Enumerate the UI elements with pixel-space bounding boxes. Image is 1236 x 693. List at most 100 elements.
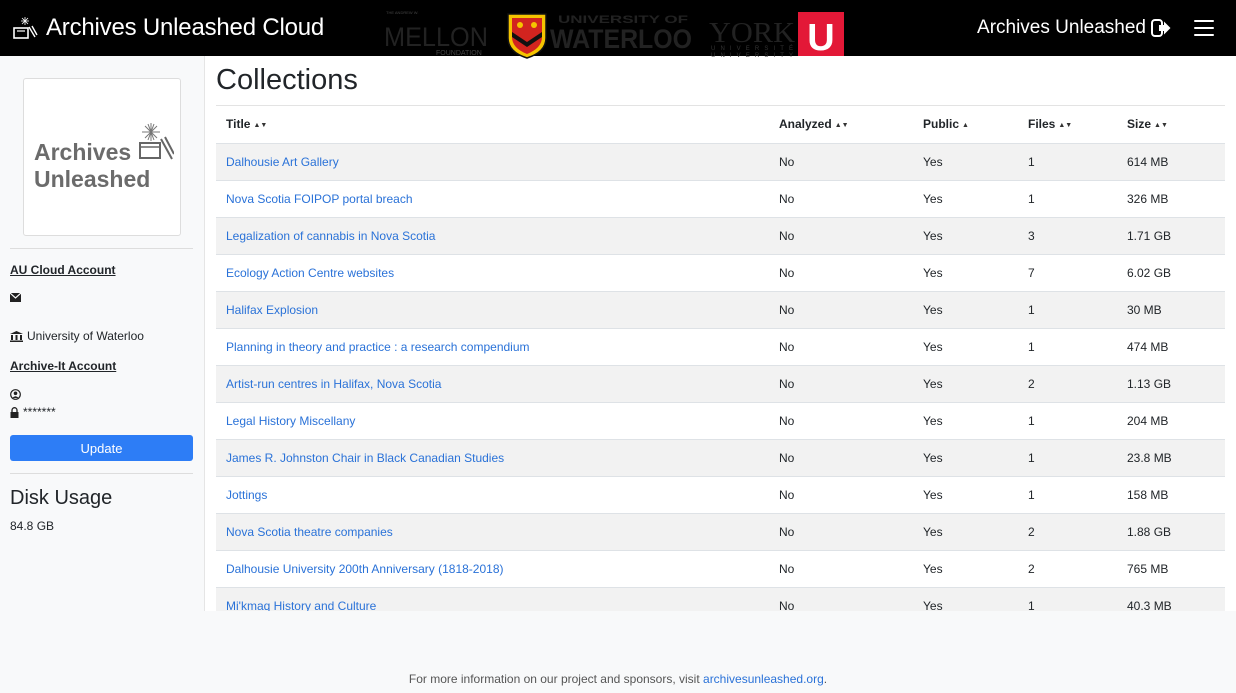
title-cell: Dalhousie University 200th Anniversary (… <box>216 549 769 587</box>
column-header-files[interactable]: Files ▲▼ <box>1018 106 1117 144</box>
footer-info-text: For more information on our project and … <box>408 672 828 686</box>
york-u-letter: U <box>807 17 834 59</box>
column-header-analyzed[interactable]: Analyzed ▲▼ <box>769 106 913 144</box>
table-row: Dalhousie Art Gallery No Yes 1 614 MB <box>216 142 1225 180</box>
envelope-icon <box>10 293 21 302</box>
collection-title-link[interactable]: Artist-run centres in Halifax, Nova Scot… <box>226 377 441 391</box>
size-cell: 30 MB <box>1117 290 1225 328</box>
table-row: Legal History Miscellany No Yes 1 204 MB <box>216 401 1225 439</box>
size-cell: 1.71 GB <box>1117 216 1225 254</box>
public-cell: Yes <box>913 475 1018 513</box>
size-cell: 765 MB <box>1117 549 1225 587</box>
public-cell: Yes <box>913 549 1018 587</box>
disk-usage-heading: Disk Usage <box>10 487 113 509</box>
collection-title-link[interactable]: Planning in theory and practice : a rese… <box>226 340 530 354</box>
brand-link[interactable]: Archives Unleashed Cloud <box>12 14 324 42</box>
mellon-foundation-text: FOUNDATION <box>436 50 482 57</box>
size-cell: 204 MB <box>1117 401 1225 439</box>
size-cell: 6.02 GB <box>1117 253 1225 291</box>
size-cell: 614 MB <box>1117 142 1225 180</box>
collection-title-link[interactable]: Ecology Action Centre websites <box>226 266 394 280</box>
files-cell: 2 <box>1018 512 1117 550</box>
user-circle-icon <box>10 389 21 400</box>
password-row: ******* <box>10 405 56 419</box>
files-cell: 1 <box>1018 142 1117 180</box>
archivesunleashed-link[interactable]: archivesunleashed.org <box>703 672 824 686</box>
title-cell: Planning in theory and practice : a rese… <box>216 327 769 365</box>
archive-it-account-link[interactable]: Archive-It Account <box>10 359 116 373</box>
sign-out-icon[interactable] <box>1150 17 1172 39</box>
collection-title-link[interactable]: Dalhousie Art Gallery <box>226 155 339 169</box>
logo-box-icon <box>139 123 174 160</box>
analyzed-cell: No <box>769 290 913 328</box>
sort-asc-icon: ▲ <box>962 121 969 129</box>
table-row: Nova Scotia FOIPOP portal breach No Yes 1 32… <box>216 179 1225 217</box>
title-cell: Legal History Miscellany <box>216 401 769 439</box>
analyzed-cell: No <box>769 438 913 476</box>
analyzed-cell: No <box>769 364 913 402</box>
table-row: Jottings No Yes 1 158 MB <box>216 475 1225 513</box>
title-cell: Nova Scotia FOIPOP portal breach <box>216 179 769 217</box>
table-row: Nova Scotia theatre companies No Yes 2 1.88 … <box>216 512 1225 550</box>
collection-title-link[interactable]: Legal History Miscellany <box>226 414 355 428</box>
sidebar-divider <box>10 248 193 249</box>
table-row: Planning in theory and practice : a rese… <box>216 327 1225 365</box>
waterloo-crest-icon <box>507 13 547 59</box>
user-name-link[interactable]: Archives Unleashed <box>977 17 1146 39</box>
mellon-text: MELLON <box>384 22 488 52</box>
files-cell: 1 <box>1018 327 1117 365</box>
collection-title-link[interactable]: Dalhousie University 200th Anniversary (… <box>226 562 503 576</box>
mellon-small-text: THE ANDREW W. <box>386 10 418 15</box>
university-icon <box>10 330 23 342</box>
menu-toggle-icon[interactable] <box>1194 20 1214 36</box>
table-row: Dalhousie University 200th Anniversary (… <box>216 549 1225 587</box>
waterloo-text: WATERLOO <box>550 24 692 54</box>
public-cell: Yes <box>913 142 1018 180</box>
sponsor-logos: THE ANDREW W. MELLON FOUNDATION UNIVERSI… <box>384 10 844 59</box>
page-title: Collections <box>216 64 358 96</box>
sidebar-border <box>204 56 205 693</box>
collection-title-link[interactable]: Nova Scotia FOIPOP portal breach <box>226 192 413 206</box>
size-cell: 158 MB <box>1117 475 1225 513</box>
analyzed-cell: No <box>769 179 913 217</box>
analyzed-cell: No <box>769 549 913 587</box>
sidebar-logo: Archives Unleashed <box>23 78 181 236</box>
files-cell: 3 <box>1018 216 1117 254</box>
collection-title-link[interactable]: Halifax Explosion <box>226 303 318 317</box>
title-cell: Dalhousie Art Gallery <box>216 142 769 180</box>
analyzed-cell: No <box>769 475 913 513</box>
size-cell: 474 MB <box>1117 327 1225 365</box>
archive-it-user-row <box>10 389 25 400</box>
update-button[interactable]: Update <box>10 435 193 461</box>
size-cell: 1.88 GB <box>1117 512 1225 550</box>
password-value: ******* <box>23 405 56 419</box>
column-header-size[interactable]: Size ▲▼ <box>1117 106 1225 144</box>
title-cell: Jottings <box>216 475 769 513</box>
sidebar-divider <box>10 473 193 474</box>
collections-table: Title ▲▼ Analyzed ▲▼ Public ▲ Files ▲▼ Size ▲… <box>216 106 1225 624</box>
table-header-row: Title ▲▼ Analyzed ▲▼ Public ▲ Files ▲▼ Size ▲… <box>216 106 1225 144</box>
public-cell: Yes <box>913 216 1018 254</box>
york-text: YORK <box>709 17 795 49</box>
files-cell: 1 <box>1018 475 1117 513</box>
sort-icon: ▲▼ <box>834 121 849 129</box>
files-cell: 1 <box>1018 290 1117 328</box>
column-header-public[interactable]: Public ▲ <box>913 106 1018 144</box>
files-cell: 2 <box>1018 364 1117 402</box>
public-cell: Yes <box>913 401 1018 439</box>
york-university-text: UNIVERSITY <box>711 53 793 59</box>
institution-row: University of Waterloo <box>10 329 144 343</box>
collection-title-link[interactable]: Nova Scotia theatre companies <box>226 525 393 539</box>
collection-title-link[interactable]: Jottings <box>226 488 267 502</box>
files-cell: 2 <box>1018 549 1117 587</box>
size-cell: 23.8 MB <box>1117 438 1225 476</box>
title-cell: Halifax Explosion <box>216 290 769 328</box>
analyzed-cell: No <box>769 142 913 180</box>
analyzed-cell: No <box>769 512 913 550</box>
column-header-title[interactable]: Title ▲▼ <box>216 106 769 144</box>
logo-line-unleashed: Unleashed <box>34 166 151 192</box>
au-cloud-account-link[interactable]: AU Cloud Account <box>10 263 116 277</box>
collection-title-link[interactable]: Legalization of cannabis in Nova Scotia <box>226 229 435 243</box>
files-cell: 7 <box>1018 253 1117 291</box>
collection-title-link[interactable]: James R. Johnston Chair in Black Canadia… <box>226 451 504 465</box>
